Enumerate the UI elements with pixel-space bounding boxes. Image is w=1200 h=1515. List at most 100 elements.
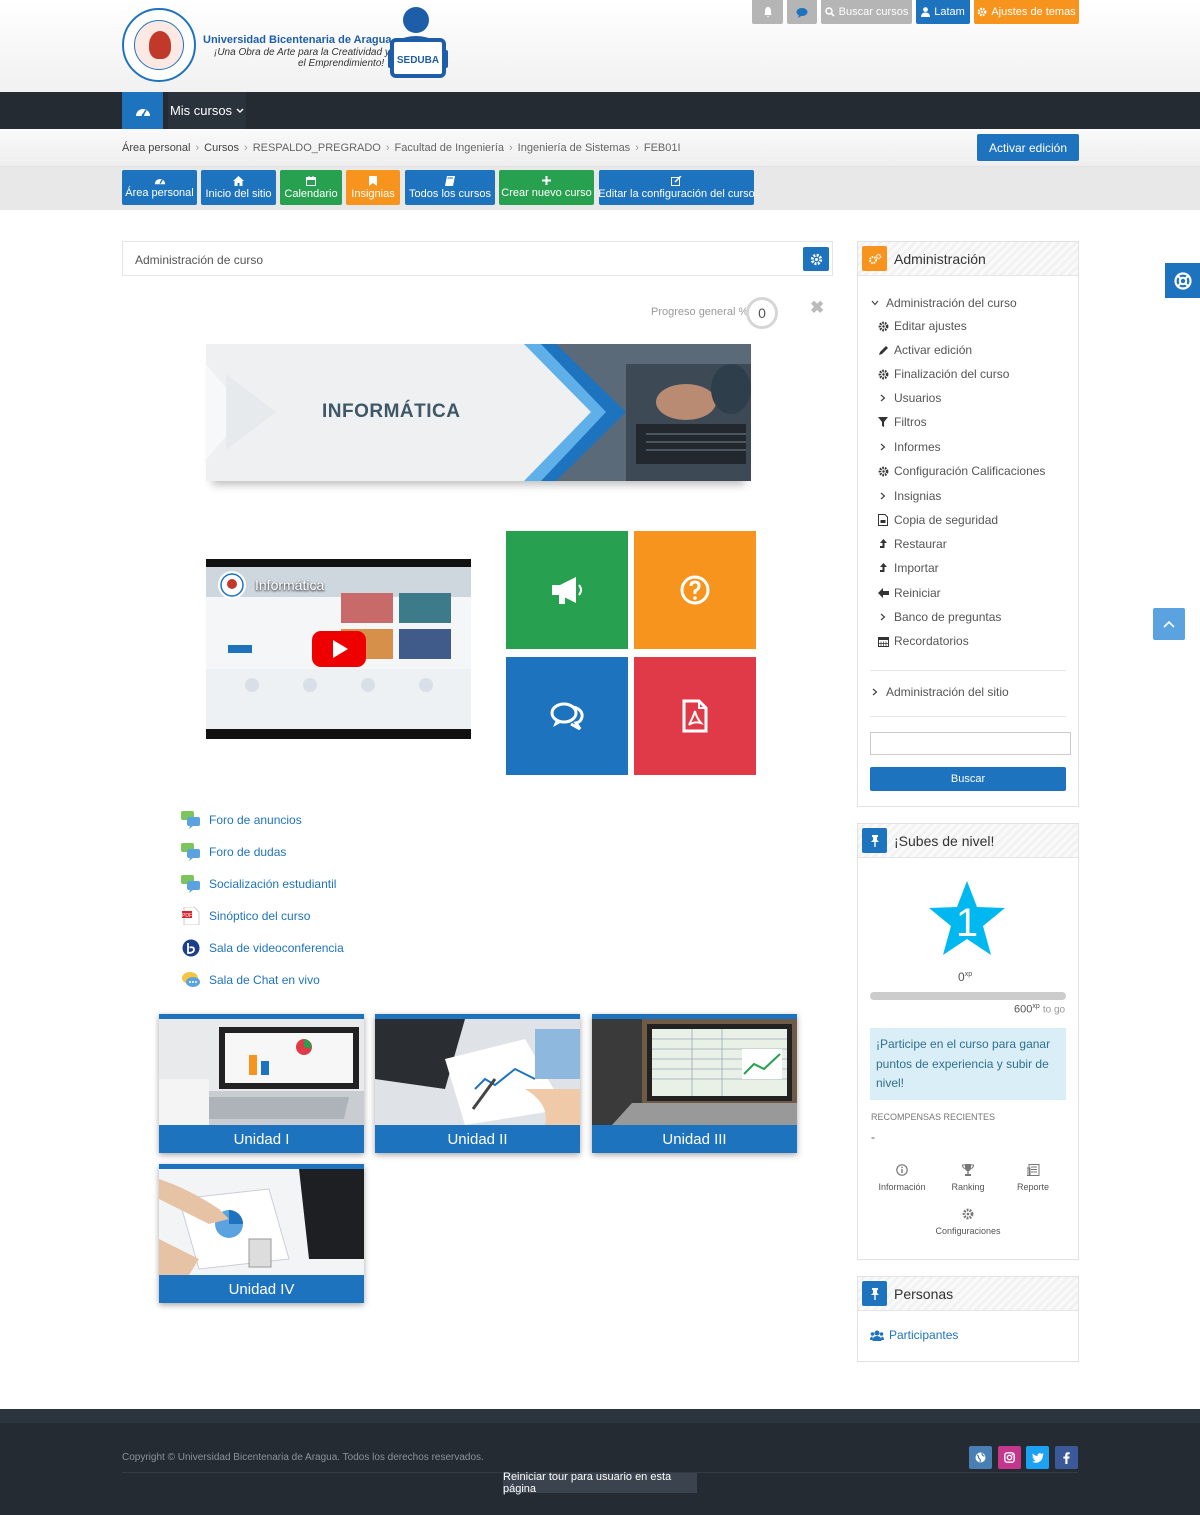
breadcrumb-item[interactable]: FEB01I	[644, 142, 681, 154]
list-item[interactable]: PDF Sinóptico del curso	[181, 900, 344, 932]
forum-icon	[181, 875, 200, 893]
tree-item-editar-ajustes[interactable]: Editar ajustes	[877, 319, 967, 333]
forum-icon	[181, 811, 200, 829]
list-item[interactable]: Socialización estudiantil	[181, 868, 344, 900]
chevron-down-icon	[236, 108, 244, 113]
banner-title: INFORMÁTICA	[322, 401, 461, 422]
tree-item-filtros[interactable]: Filtros	[877, 415, 927, 429]
my-courses-menu[interactable]: Mis cursos	[168, 92, 246, 129]
unit-card-3[interactable]: Unidad III	[592, 1014, 797, 1153]
breadcrumb-item[interactable]: RESPALDO_PREGRADO	[253, 142, 381, 154]
unit-card-4[interactable]: Unidad IV	[159, 1164, 364, 1303]
close-icon[interactable]: ✖	[810, 298, 824, 318]
tree-item-insignias[interactable]: Insignias	[877, 489, 941, 503]
tree-item-banco[interactable]: Banco de preguntas	[877, 610, 1001, 624]
tree-item-importar[interactable]: Importar	[877, 561, 939, 575]
reset-user-tour-button[interactable]: Reiniciar tour para usuario en esta pági…	[503, 1471, 697, 1495]
divider	[870, 716, 1066, 717]
dashboard-icon	[154, 179, 165, 185]
notifications-button[interactable]	[752, 0, 783, 24]
activity-link[interactable]: Foro de dudas	[209, 845, 286, 859]
tree-item-usuarios[interactable]: Usuarios	[877, 391, 941, 405]
plus-icon	[542, 176, 551, 185]
course-admin-gear-button[interactable]	[803, 247, 829, 271]
breadcrumb-item[interactable]: Cursos	[204, 142, 239, 154]
syllabus-pdf-tile[interactable]	[634, 657, 756, 775]
participants-label: Participantes	[889, 1328, 959, 1342]
level-ranking-link[interactable]: Ranking	[938, 1164, 998, 1192]
admin-search-button[interactable]: Buscar	[870, 767, 1066, 791]
calendar-icon	[877, 636, 889, 647]
tree-item-recordatorios[interactable]: Recordatorios	[877, 634, 969, 648]
tree-label: Activar edición	[894, 343, 973, 357]
facebook-icon[interactable]	[1055, 1446, 1078, 1469]
list-item[interactable]: Foro de dudas	[181, 836, 344, 868]
quick-edit-course-settings-button[interactable]: Editar la configuración del curso	[598, 170, 755, 205]
activity-link[interactable]: Foro de anuncios	[209, 813, 302, 827]
breadcrumb-item[interactable]: Área personal	[122, 142, 191, 154]
brand-name: Universidad Bicentenaria de Aragua	[203, 34, 392, 46]
tree-item-reiniciar[interactable]: Reiniciar	[877, 586, 941, 600]
level-settings-link[interactable]: Configuraciones	[928, 1208, 1008, 1236]
tree-item-restaurar[interactable]: Restaurar	[877, 537, 947, 551]
activity-link[interactable]: Sala de videoconferencia	[209, 941, 344, 955]
chevron-right-icon	[880, 613, 886, 621]
quick-create-course-button[interactable]: Crear nuevo curso	[499, 170, 594, 205]
level-report-link[interactable]: Reporte	[1003, 1164, 1063, 1192]
administration-title: Administración	[894, 250, 986, 267]
list-item[interactable]: Foro de anuncios	[181, 804, 344, 836]
list-item[interactable]: Sala de Chat en vivo	[181, 964, 344, 996]
unit-card-1[interactable]: Unidad I	[159, 1014, 364, 1153]
turn-editing-on-button[interactable]: Activar edición	[977, 134, 1079, 161]
breadcrumb-item[interactable]: Ingeniería de Sistemas	[518, 142, 631, 154]
quick-badges-button[interactable]: Insignias	[346, 170, 400, 205]
tree-item-finalizacion[interactable]: Finalización del curso	[877, 367, 1009, 381]
dashboard-nav-button[interactable]	[122, 92, 163, 129]
scroll-to-top-button[interactable]	[1153, 608, 1185, 640]
seduba-logo: SEDUBA	[386, 6, 450, 82]
forum-icon	[181, 843, 200, 861]
chevron-right-icon	[880, 443, 886, 451]
site-admin-node[interactable]: Administración del sitio	[869, 685, 1009, 699]
participants-link[interactable]: Participantes	[870, 1328, 958, 1342]
tree-item-activar-edicion[interactable]: Activar edición	[877, 343, 972, 357]
course-admin-node[interactable]: Administración del curso	[869, 296, 1017, 310]
messages-button[interactable]	[787, 0, 817, 24]
quick-home-button[interactable]: Inicio del sitio	[201, 170, 276, 205]
youtube-video-embed[interactable]: Informática	[206, 559, 471, 739]
discussion-tile[interactable]	[506, 657, 628, 775]
admin-search-input[interactable]	[870, 732, 1071, 755]
xp-progress-bar	[870, 992, 1066, 1000]
user-icon	[921, 7, 931, 17]
announcements-tile[interactable]	[506, 531, 628, 649]
quick-dashboard-button[interactable]: Área personal	[122, 170, 197, 205]
globe-icon[interactable]	[969, 1446, 992, 1469]
instagram-icon[interactable]	[998, 1446, 1021, 1469]
unit-card-2[interactable]: Unidad II	[375, 1014, 580, 1153]
tree-item-copia[interactable]: Copia de seguridad	[877, 513, 998, 527]
activity-link[interactable]: Sinóptico del curso	[209, 909, 310, 923]
quick-calendar-button[interactable]: Calendario	[280, 170, 342, 205]
tree-item-informes[interactable]: Informes	[877, 440, 941, 454]
level-info-link[interactable]: Información	[872, 1164, 932, 1192]
activity-link[interactable]: Sala de Chat en vivo	[209, 973, 320, 987]
quick-all-courses-button[interactable]: Todos los cursos	[405, 170, 495, 205]
tree-item-calificaciones[interactable]: Configuración Calificaciones	[877, 464, 1045, 478]
gear-icon	[977, 7, 987, 17]
search-courses-button[interactable]: Buscar cursos	[821, 0, 912, 24]
help-lifebuoy-button[interactable]	[1165, 263, 1200, 298]
brand-tagline-2: el Emprendimiento!	[298, 58, 385, 69]
user-menu-button[interactable]: Latam	[916, 0, 970, 24]
list-item[interactable]: Sala de videoconferencia	[181, 932, 344, 964]
question-icon	[680, 575, 710, 605]
theme-settings-button[interactable]: Ajustes de temas	[974, 0, 1079, 24]
questions-tile[interactable]	[634, 531, 756, 649]
level-number: 1	[955, 901, 979, 945]
twitter-icon[interactable]	[1026, 1446, 1049, 1469]
level-link-label: Información	[878, 1182, 926, 1192]
breadcrumb-item[interactable]: Facultad de Ingeniería	[395, 142, 504, 154]
university-seal-logo[interactable]	[122, 8, 196, 82]
quick-button-label: Inicio del sitio	[205, 187, 272, 200]
overall-progress-circle: 0	[746, 297, 778, 329]
activity-link[interactable]: Socialización estudiantil	[209, 877, 336, 891]
